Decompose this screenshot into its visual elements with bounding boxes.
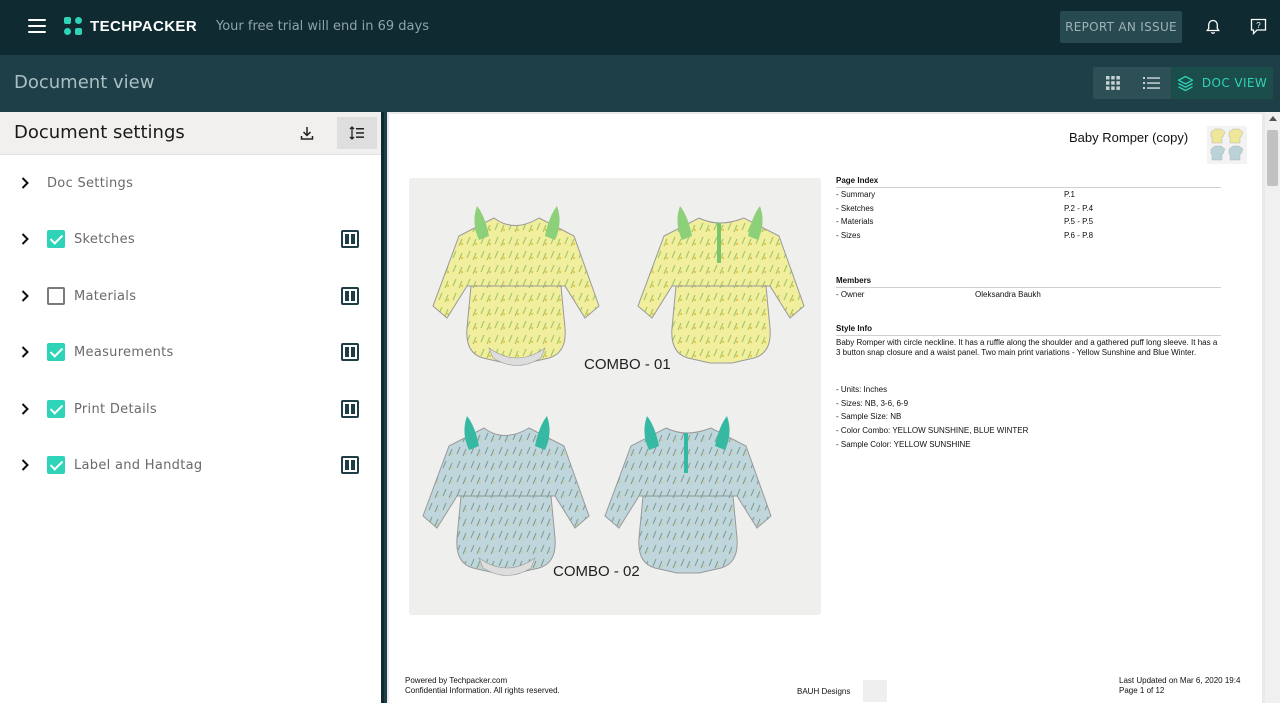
index-label: - Materials [836, 217, 874, 226]
chevron-right-icon[interactable] [20, 289, 30, 303]
view-toggle: DOC VIEW [1093, 67, 1273, 99]
logo[interactable]: TECHPACKER [64, 17, 197, 35]
columns-layout-icon[interactable] [341, 287, 359, 305]
sketches-checkbox[interactable] [47, 230, 65, 248]
measurements-checkbox[interactable] [47, 343, 65, 361]
settings-row-label: Print Details [74, 401, 158, 417]
document-page: Baby Romper (copy) COMBO - 01 COMBO - 02… [389, 114, 1262, 703]
settings-row-doc-settings[interactable]: Doc Settings [0, 155, 381, 211]
doc-title: Baby Romper (copy) [1069, 130, 1189, 145]
document-area: Baby Romper (copy) COMBO - 01 COMBO - 02… [387, 112, 1280, 703]
index-label: - Summary [836, 190, 876, 199]
chevron-right-icon[interactable] [20, 458, 30, 472]
settings-row-measurements[interactable]: Measurements [0, 324, 381, 380]
svg-text:?: ? [1256, 21, 1261, 30]
page-index-heading: Page Index [836, 176, 1221, 188]
bell-icon[interactable] [1205, 19, 1221, 35]
combo-02-label: COMBO - 02 [553, 563, 640, 580]
settings-row-label: Materials [74, 288, 137, 304]
settings-title: Document settings [14, 122, 185, 143]
settings-header: Document settings [0, 112, 381, 155]
download-icon[interactable] [299, 125, 315, 141]
combo-01-label: COMBO - 01 [584, 356, 671, 373]
settings-row-label: Doc Settings [47, 175, 134, 191]
footer-powered: Powered by Techpacker.com [405, 676, 508, 685]
brand-name: TECHPACKER [90, 17, 198, 35]
member-role: - Owner [836, 290, 865, 299]
settings-row-label: Sketches [74, 231, 135, 247]
columns-layout-icon[interactable] [341, 456, 359, 474]
columns-layout-icon[interactable] [341, 343, 359, 361]
footer-confidential: Confidential Information. All rights res… [405, 686, 560, 695]
settings-row-print-details[interactable]: Print Details [0, 381, 381, 437]
report-issue-button[interactable]: REPORT AN ISSUE [1060, 11, 1182, 43]
layers-icon [1177, 75, 1194, 91]
settings-row-label-handtag[interactable]: Label and Handtag [0, 437, 381, 493]
page-index-row[interactable]: - Sizes P.6 - P.8 [836, 231, 1221, 240]
style-thumbnail [1207, 126, 1247, 164]
footer-right: Last Updated on Mar 6, 2020 19:4 Page 1 … [1119, 676, 1240, 696]
settings-row-label: Measurements [74, 344, 174, 360]
doc-view-label: DOC VIEW [1201, 76, 1268, 90]
index-page: P.5 - P.5 [1064, 217, 1094, 226]
index-page: P.2 - P.4 [1064, 204, 1094, 213]
sketch-image: COMBO - 01 COMBO - 02 [409, 178, 821, 615]
chevron-right-icon[interactable] [20, 232, 30, 246]
style-sample-color: - Sample Color: YELLOW SUNSHINE [836, 440, 971, 449]
page-title: Document view [14, 72, 155, 93]
index-label: - Sizes [836, 231, 861, 240]
footer-page: Page 1 of 12 [1119, 686, 1165, 695]
style-info-heading: Style Info [836, 324, 1221, 336]
list-view-button[interactable] [1132, 67, 1171, 99]
chevron-right-icon[interactable] [20, 402, 30, 416]
trial-notice: Your free trial will end in 69 days [216, 19, 429, 34]
label-handtag-checkbox[interactable] [47, 456, 65, 474]
help-icon[interactable]: ? [1250, 18, 1267, 35]
columns-layout-icon[interactable] [341, 230, 359, 248]
romper-sketches: COMBO - 01 COMBO - 02 [422, 206, 805, 580]
document-settings-panel: Document settings Doc Settings Sketches … [0, 112, 384, 703]
index-label: - Sketches [836, 204, 874, 213]
materials-checkbox[interactable] [47, 287, 65, 305]
index-page: P.1 [1064, 190, 1075, 199]
footer-updated: Last Updated on Mar 6, 2020 19:4 [1119, 676, 1241, 685]
index-page: P.6 - P.8 [1064, 231, 1094, 240]
print-details-checkbox[interactable] [47, 400, 65, 418]
grid-view-button[interactable] [1093, 67, 1132, 99]
company-logo [863, 680, 887, 702]
settings-row-label: Label and Handtag [74, 457, 203, 473]
member-row: - Owner Oleksandra Baukh [836, 290, 1221, 299]
document-scrollbar[interactable] [1265, 112, 1280, 703]
members-heading: Members [836, 276, 1221, 288]
reorder-icon [349, 126, 364, 140]
page-index-row[interactable]: - Sketches P.2 - P.4 [836, 204, 1221, 213]
columns-layout-icon[interactable] [341, 400, 359, 418]
grid-icon [1105, 76, 1120, 90]
menu-icon[interactable] [28, 19, 46, 33]
chevron-right-icon[interactable] [20, 345, 30, 359]
scroll-thumb[interactable] [1267, 130, 1278, 186]
footer-company: BAUH Designs [797, 687, 851, 696]
style-color-combo: - Color Combo: YELLOW SUNSHINE, BLUE WIN… [836, 426, 1029, 435]
scroll-up-arrow[interactable] [1269, 116, 1277, 121]
style-description: Baby Romper with circle neckline. It has… [836, 338, 1218, 357]
member-name: Oleksandra Baukh [975, 290, 1041, 299]
sub-header: Document view DOC VIEW [0, 55, 1280, 112]
top-bar: TECHPACKER Your free trial will end in 6… [0, 0, 1280, 55]
style-sizes: - Sizes: NB, 3-6, 6-9 [836, 399, 909, 408]
settings-row-materials[interactable]: Materials [0, 268, 381, 324]
settings-row-sketches[interactable]: Sketches [0, 211, 381, 267]
reorder-button[interactable] [337, 117, 377, 149]
doc-view-button[interactable]: DOC VIEW [1171, 67, 1273, 99]
page-index-row[interactable]: - Materials P.5 - P.5 [836, 217, 1221, 226]
style-sample-size: - Sample Size: NB [836, 412, 902, 421]
techpacker-logo-icon [64, 17, 82, 35]
list-icon [1143, 77, 1160, 89]
footer-left: Powered by Techpacker.com Confidential I… [405, 676, 560, 696]
page-index-row[interactable]: - Summary P.1 [836, 190, 1221, 199]
chevron-right-icon[interactable] [20, 176, 30, 190]
style-units: - Units: Inches [836, 385, 888, 394]
